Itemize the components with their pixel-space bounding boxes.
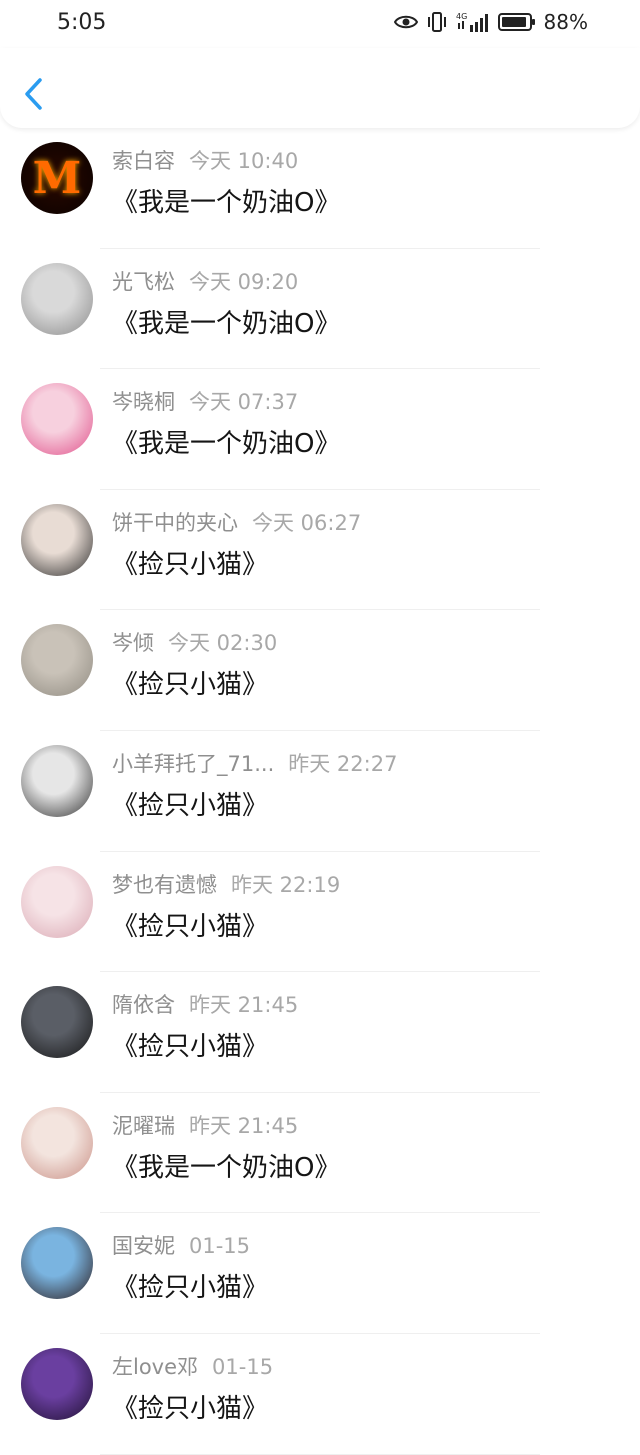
message-list: M 索白容 今天 10:40 《我是一个奶油O》 光飞松 今天 09:20 《我是一个奶油O… <box>0 128 640 1455</box>
item-meta: 国安妮 01-15 <box>112 1230 250 1260</box>
user-name[interactable]: 岑晓桐 <box>112 390 175 414</box>
item-meta: 泥曜瑞 昨天 21:45 <box>112 1110 298 1140</box>
avatar[interactable] <box>21 986 93 1059</box>
list-item[interactable]: 饼干中的夹心 今天 06:27 《捡只小猫》 <box>0 490 640 611</box>
user-name[interactable]: 光飞松 <box>112 270 175 294</box>
eye-icon <box>393 15 418 29</box>
item-meta: 岑晓桐 今天 07:37 <box>112 386 298 416</box>
battery-percent: 88% <box>543 10 588 34</box>
avatar[interactable]: M <box>21 142 93 214</box>
item-meta: 小羊拜托了_71... 昨天 22:27 <box>112 748 397 778</box>
avatar[interactable] <box>21 1106 93 1179</box>
timestamp: 今天 07:37 <box>189 390 299 415</box>
network-label: 4G <box>456 12 467 21</box>
book-title[interactable]: 《捡只小猫》 <box>112 1267 268 1304</box>
timestamp: 01-15 <box>212 1354 274 1379</box>
book-title[interactable]: 《捡只小猫》 <box>112 544 268 581</box>
item-meta: 隋依含 昨天 21:45 <box>112 989 298 1019</box>
back-button[interactable] <box>18 74 52 114</box>
timestamp: 今天 06:27 <box>252 510 362 535</box>
header <box>0 48 640 128</box>
book-title[interactable]: 《我是一个奶油O》 <box>112 182 340 219</box>
status-bar: 5:05 4G 88% <box>0 0 640 48</box>
avatar[interactable] <box>21 503 93 576</box>
book-title[interactable]: 《捡只小猫》 <box>112 906 268 943</box>
list-item[interactable]: 泥曜瑞 昨天 21:45 《我是一个奶油O》 <box>0 1093 640 1214</box>
user-name[interactable]: 左love邓 <box>112 1355 198 1379</box>
list-item[interactable]: 隋依含 昨天 21:45 《捡只小猫》 <box>0 972 640 1093</box>
timestamp: 昨天 22:27 <box>288 751 398 776</box>
list-item[interactable]: 小羊拜托了_71... 昨天 22:27 《捡只小猫》 <box>0 731 640 852</box>
status-icons: 4G 88% <box>393 10 588 34</box>
item-meta: 岑倾 今天 02:30 <box>112 627 277 657</box>
item-meta: 梦也有遗憾 昨天 22:19 <box>112 869 340 899</box>
user-name[interactable]: 梦也有遗憾 <box>112 873 217 897</box>
user-name[interactable]: 泥曜瑞 <box>112 1114 175 1138</box>
book-title[interactable]: 《捡只小猫》 <box>112 785 268 822</box>
avatar-logo-letter: M <box>32 152 82 204</box>
avatar[interactable] <box>21 865 93 938</box>
status-time: 5:05 <box>57 10 107 35</box>
book-title[interactable]: 《捡只小猫》 <box>112 664 268 701</box>
list-item[interactable]: 国安妮 01-15 《捡只小猫》 <box>0 1213 640 1334</box>
avatar[interactable] <box>21 744 93 817</box>
list-item[interactable]: 岑晓桐 今天 07:37 《我是一个奶油O》 <box>0 369 640 490</box>
book-title[interactable]: 《捡只小猫》 <box>112 1388 268 1425</box>
item-meta: 光飞松 今天 09:20 <box>112 266 298 296</box>
chevron-left-icon <box>25 78 42 110</box>
timestamp: 01-15 <box>189 1234 251 1259</box>
list-item[interactable]: M 索白容 今天 10:40 《我是一个奶油O》 <box>0 128 640 249</box>
user-name[interactable]: 岑倾 <box>112 631 154 655</box>
battery-icon <box>497 13 535 31</box>
item-meta: 索白容 今天 10:40 <box>112 145 298 175</box>
user-name[interactable]: 索白容 <box>112 149 175 173</box>
book-title[interactable]: 《捡只小猫》 <box>112 1026 268 1063</box>
book-title[interactable]: 《我是一个奶油O》 <box>112 423 340 460</box>
avatar[interactable] <box>21 624 93 697</box>
user-name[interactable]: 饼干中的夹心 <box>112 511 238 535</box>
list-item[interactable]: 光飞松 今天 09:20 《我是一个奶油O》 <box>0 249 640 370</box>
list-item[interactable]: 左love邓 01-15 《捡只小猫》 <box>0 1334 640 1455</box>
timestamp: 昨天 22:19 <box>231 872 341 897</box>
user-name[interactable]: 隋依含 <box>112 993 175 1017</box>
avatar[interactable] <box>21 383 93 456</box>
item-meta: 左love邓 01-15 <box>112 1351 273 1381</box>
divider <box>100 1453 540 1455</box>
avatar[interactable] <box>21 262 93 335</box>
timestamp: 昨天 21:45 <box>189 993 299 1018</box>
timestamp: 今天 09:20 <box>189 269 299 294</box>
signal-icon: 4G <box>456 12 488 32</box>
book-title[interactable]: 《我是一个奶油O》 <box>112 1147 340 1184</box>
list-item[interactable]: 岑倾 今天 02:30 《捡只小猫》 <box>0 610 640 731</box>
list-item[interactable]: 梦也有遗憾 昨天 22:19 《捡只小猫》 <box>0 852 640 973</box>
book-title[interactable]: 《我是一个奶油O》 <box>112 303 340 340</box>
avatar[interactable] <box>21 1347 93 1420</box>
item-meta: 饼干中的夹心 今天 06:27 <box>112 507 361 537</box>
user-name[interactable]: 国安妮 <box>112 1234 175 1258</box>
vibrate-icon <box>427 12 446 32</box>
avatar[interactable] <box>21 1227 93 1300</box>
user-name[interactable]: 小羊拜托了_71... <box>112 752 274 776</box>
timestamp: 今天 10:40 <box>189 149 299 173</box>
timestamp: 今天 02:30 <box>168 631 278 656</box>
timestamp: 昨天 21:45 <box>189 1113 299 1138</box>
